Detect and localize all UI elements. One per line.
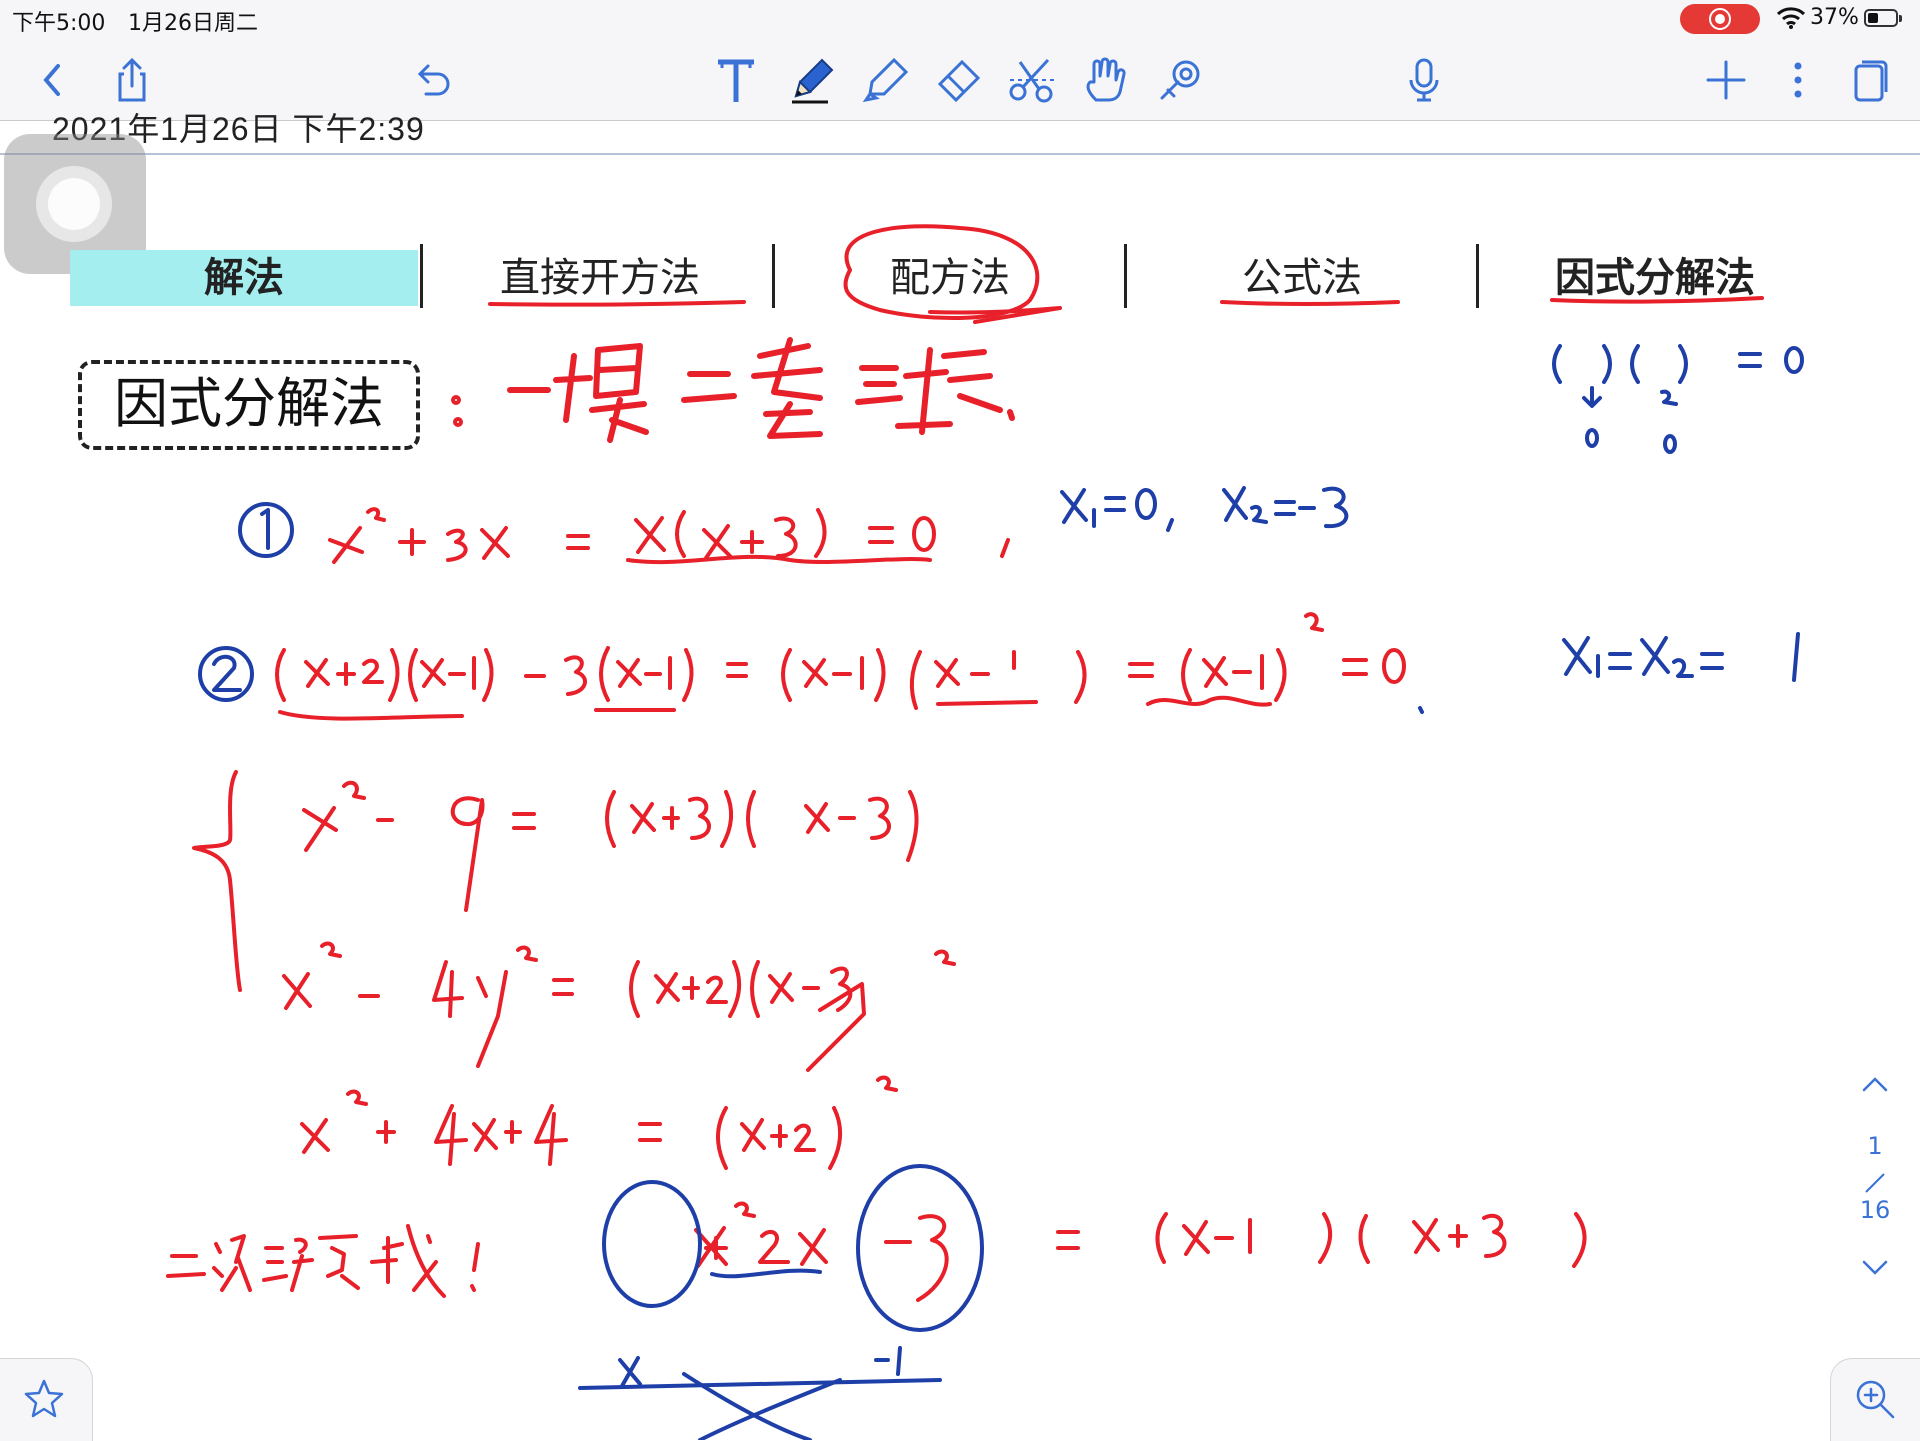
example-1-roots: [1060, 486, 1349, 532]
zoom-in-icon: [1856, 1380, 1895, 1419]
page-navigator: 1 16: [1850, 1066, 1900, 1296]
example-2-number: [198, 646, 254, 702]
example-1-equation: [328, 507, 1010, 565]
trinomial-handwriting: [166, 1201, 1587, 1302]
mnemonic-handwriting: [451, 337, 1015, 443]
page-separator: [1865, 1173, 1885, 1193]
zoom-button[interactable]: [1830, 1358, 1920, 1441]
star-icon: [24, 1379, 64, 1418]
example-2-roots: [1418, 632, 1800, 714]
example-1-number: [238, 502, 294, 558]
chevron-up-icon[interactable]: [1862, 1076, 1888, 1092]
chevron-down-icon[interactable]: [1862, 1260, 1888, 1276]
trinomial-annotations: [578, 1164, 984, 1440]
header-annotations: [488, 224, 1764, 324]
handwriting-canvas: [166, 224, 1804, 1440]
formula-block: [192, 770, 956, 1170]
favorite-button[interactable]: [0, 1358, 93, 1441]
current-page: 1: [1867, 1132, 1883, 1160]
example-2-equation: [275, 612, 1406, 721]
total-pages: 16: [1859, 1196, 1891, 1224]
factor-sketch: [1552, 344, 1804, 454]
